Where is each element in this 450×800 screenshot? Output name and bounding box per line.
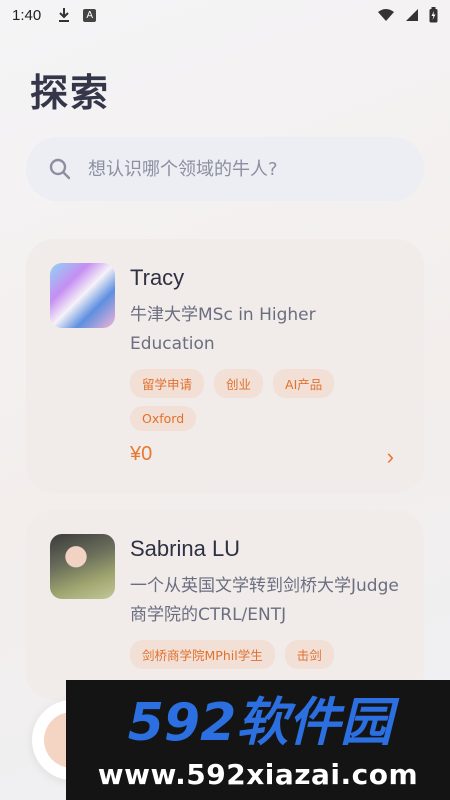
search-input[interactable] xyxy=(88,158,378,180)
avatar[interactable] xyxy=(50,263,115,328)
watermark-banner: 592软件园 www.592xiazai.com xyxy=(66,680,450,800)
page-title: 探索 xyxy=(30,71,111,115)
status-left-icons: A xyxy=(57,7,97,23)
tag: 创业 xyxy=(214,369,264,398)
battery-icon xyxy=(429,7,438,23)
search-bar[interactable] xyxy=(26,137,424,201)
tag-list: 剑桥商学院MPhil学生 击剑 xyxy=(130,640,400,669)
search-icon xyxy=(49,158,71,180)
card-body: Sabrina LU 一个从英国文学转到剑桥大学Judge商学院的CTRL/EN… xyxy=(130,536,404,669)
tag-list: 留学申请 创业 AI产品 Oxford xyxy=(130,369,400,431)
status-bar: 1:40 A xyxy=(0,0,450,30)
chevron-right-icon[interactable]: › xyxy=(387,444,394,470)
tag: 留学申请 xyxy=(130,369,205,398)
card-body: Tracy 牛津大学MSc in Higher Education 留学申请 创… xyxy=(130,265,404,431)
person-name: Tracy xyxy=(130,265,185,290)
signal-icon xyxy=(406,9,418,21)
tag: 剑桥商学院MPhil学生 xyxy=(130,640,275,669)
status-time: 1:40 xyxy=(12,6,42,24)
download-icon xyxy=(59,8,70,22)
status-right-icons xyxy=(377,7,438,23)
person-description: 牛津大学MSc in Higher Education xyxy=(130,305,316,354)
watermark-url: www.592xiazai.com xyxy=(97,758,419,791)
person-description: 一个从英国文学转到剑桥大学Judge商学院的CTRL/ENTJ xyxy=(130,576,399,625)
person-name: Sabrina LU xyxy=(130,536,241,561)
tag: Oxford xyxy=(130,406,197,431)
watermark-logo-text: 592软件园 xyxy=(128,693,401,752)
wifi-icon xyxy=(378,9,394,21)
avatar[interactable] xyxy=(50,534,115,599)
price: ¥0 xyxy=(130,443,153,465)
tag: 击剑 xyxy=(284,640,334,669)
mentor-card[interactable]: Sabrina LU 一个从英国文学转到剑桥大学Judge商学院的CTRL/EN… xyxy=(26,510,424,700)
watermark-logo: 592软件园 xyxy=(128,693,401,752)
mentor-card[interactable]: Tracy 牛津大学MSc in Higher Education 留学申请 创… xyxy=(26,239,424,493)
tag: AI产品 xyxy=(273,369,335,398)
a-box-icon: A xyxy=(83,8,97,22)
